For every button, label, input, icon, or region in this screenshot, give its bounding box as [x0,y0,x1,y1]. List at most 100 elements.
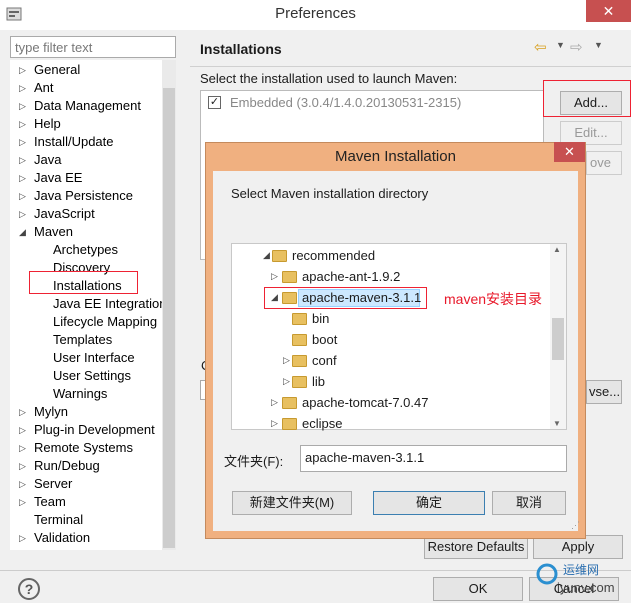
tree-expander-icon[interactable]: ▷ [19,137,26,148]
folder-icon [282,271,297,283]
tree-item[interactable]: Server [34,475,72,493]
folder-icon [292,334,307,346]
title-bar: Preferences [0,0,631,30]
tree-item[interactable]: Help [34,115,61,133]
window-title: Preferences [275,5,356,22]
folder-icon [282,292,297,304]
tree-item[interactable]: Validation [34,529,90,547]
tree-scrollbar-thumb[interactable] [163,88,175,548]
tree-item[interactable]: JavaScript [34,205,95,223]
tree-item[interactable]: Data Management [34,97,141,115]
folder-item[interactable]: bin [312,309,329,329]
folder-item[interactable]: conf [312,351,337,371]
tree-item[interactable]: Maven [34,223,73,241]
folder-input[interactable]: apache-maven-3.1.1 [300,445,567,472]
tree-item[interactable]: User Interface [53,349,135,367]
folder-item[interactable]: lib [312,372,325,392]
preferences-tree: ▷ General ▷ Ant ▷ Data Management ▷ Help ▷ Instal… [10,60,176,550]
filter-input[interactable]: type filter text [10,36,176,58]
tree-expander-icon[interactable]: ◢ [19,227,26,238]
watermark-logo: 运维网 iyunv.com [536,563,615,595]
resize-grip-icon[interactable]: ⋰ [571,520,580,531]
view-menu-icon[interactable]: ▼ [594,40,603,50]
dialog-title: Maven Installation [335,148,456,165]
tree-expander-icon[interactable]: ▷ [19,155,26,166]
folder-icon [292,313,307,325]
folder-expander-icon[interactable]: ▷ [271,397,278,408]
folder-expander-icon[interactable]: ▷ [271,418,278,429]
remove-button[interactable]: ove [586,151,622,175]
tree-item[interactable]: Plug-in Development [34,421,155,439]
folder-expander-icon[interactable]: ◢ [263,250,270,261]
tree-expander-icon[interactable]: ▷ [19,173,26,184]
tree-expander-icon[interactable]: ▷ [19,443,26,454]
tree-expander-icon[interactable]: ▷ [19,533,26,544]
tree-expander-icon[interactable]: ▷ [19,407,26,418]
help-icon[interactable]: ? [18,578,40,600]
tree-expander-icon[interactable]: ▷ [19,209,26,220]
folder-item[interactable]: recommended [292,246,375,266]
browse-button[interactable]: vse... [586,380,622,404]
tree-item[interactable]: Install/Update [34,133,114,151]
folder-tree-scrollbar-thumb[interactable] [552,318,564,360]
tree-expander-icon[interactable]: ▷ [19,497,26,508]
tree-item[interactable]: Templates [53,331,112,349]
folder-item[interactable]: apache-maven-3.1.1 [302,288,421,308]
tree-item[interactable]: Java [34,151,61,169]
tree-item[interactable]: Ant [34,79,54,97]
tree-item[interactable]: Java EE Integration [53,295,166,313]
folder-expander-icon[interactable]: ▷ [283,355,290,366]
dialog-cancel-button[interactable]: 取消 [492,491,566,515]
tree-expander-icon[interactable]: ▷ [19,479,26,490]
folder-expander-icon[interactable]: ▷ [271,271,278,282]
tree-expander-icon[interactable]: ▷ [19,425,26,436]
installations-highlight-box [29,271,138,294]
folder-item[interactable]: apache-ant-1.9.2 [302,267,400,287]
forward-arrow-icon[interactable]: ⇨ [570,38,583,56]
tree-expander-icon[interactable]: ▷ [19,119,26,130]
tree-expander-icon[interactable]: ▷ [19,101,26,112]
tree-item[interactable]: Remote Systems [34,439,133,457]
new-folder-button[interactable]: 新建文件夹(M) [232,491,352,515]
add-highlight-box [543,80,631,117]
tree-expander-icon[interactable]: ▷ [19,461,26,472]
tree-item[interactable]: Terminal [34,511,83,529]
back-arrow-icon[interactable]: ⇦ [534,38,547,56]
ok-button[interactable]: OK [433,577,523,601]
folder-icon [292,376,307,388]
installation-item[interactable]: Embedded (3.0.4/1.4.0.20130531-2315) [230,95,461,110]
tree-item[interactable]: User Settings [53,367,131,385]
folder-icon [272,250,287,262]
installation-checkbox[interactable]: ✓ [208,96,221,109]
folder-field-label: 文件夹(F): [224,454,284,469]
tree-item[interactable]: Run/Debug [34,457,100,475]
dialog-close-button[interactable]: ✕ [554,142,585,162]
folder-expander-icon[interactable]: ▷ [283,376,290,387]
scroll-down-icon[interactable]: ▼ [553,419,561,428]
tree-item[interactable]: Lifecycle Mapping [53,313,157,331]
tree-expander-icon[interactable]: ▷ [19,83,26,94]
scroll-up-icon[interactable]: ▲ [553,245,561,254]
folder-item[interactable]: eclipse [302,414,342,434]
folder-expander-icon[interactable]: ◢ [271,292,278,303]
tree-expander-icon[interactable]: ▷ [19,65,26,76]
dialog-ok-button[interactable]: 确定 [373,491,485,515]
tree-item[interactable]: Mylyn [34,403,68,421]
window-close-button[interactable]: ✕ [586,0,631,22]
tree-item[interactable]: Team [34,493,66,511]
tree-item[interactable]: Java Persistence [34,187,133,205]
tree-item[interactable]: General [34,61,80,79]
select-installation-label: Select the installation used to launch M… [200,71,458,86]
tree-item[interactable]: Java EE [34,169,82,187]
folder-icon [282,397,297,409]
maven-dir-annotation: maven安装目录 [444,291,543,307]
folder-item[interactable]: apache-tomcat-7.0.47 [302,393,428,413]
tree-item[interactable]: Archetypes [53,241,118,259]
svg-text:运维网: 运维网 [563,563,599,577]
folder-item[interactable]: boot [312,330,337,350]
tree-item[interactable]: Warnings [53,385,107,403]
back-dropdown-icon[interactable]: ▼ [556,40,565,50]
tree-expander-icon[interactable]: ▷ [19,191,26,202]
header-divider [190,66,631,67]
folder-icon [292,355,307,367]
